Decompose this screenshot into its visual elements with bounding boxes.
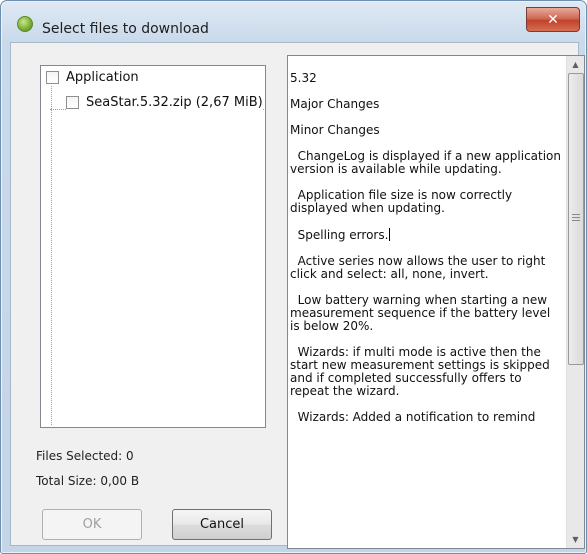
changelog-text: 5.32 Major Changes Minor Changes ChangeL… bbox=[290, 72, 562, 437]
close-icon: ✕ bbox=[547, 11, 559, 28]
dialog-client-area: Application SeaStar.5.32.zip (2,67 MiB) … bbox=[10, 42, 585, 549]
total-size-label: Total Size: 0,00 B bbox=[36, 474, 140, 488]
text-caret bbox=[389, 228, 391, 241]
download-dialog: Select files to download ✕ Application S… bbox=[0, 0, 587, 554]
changelog-entry: ChangeLog is displayed if a new applicat… bbox=[290, 149, 565, 176]
close-button[interactable]: ✕ bbox=[526, 7, 580, 32]
changelog-version: 5.32 bbox=[290, 71, 317, 85]
changelog-heading-minor: Minor Changes bbox=[290, 123, 380, 137]
changelog-entry: Spelling errors. bbox=[290, 228, 389, 242]
cancel-button[interactable]: Cancel bbox=[172, 509, 272, 540]
tree-item-application[interactable]: Application bbox=[46, 70, 139, 85]
changelog-entry: Wizards: Added a notification to remind bbox=[290, 410, 536, 424]
ok-button[interactable]: OK bbox=[42, 509, 142, 540]
seastar-zip-checkbox[interactable] bbox=[66, 96, 79, 109]
scrollbar-thumb[interactable] bbox=[568, 73, 584, 365]
changelog-entry: Application file size is now correctly d… bbox=[290, 188, 516, 215]
tree-item-label: Application bbox=[66, 70, 139, 85]
changelog-heading-major: Major Changes bbox=[290, 97, 380, 111]
changelog-entry: Wizards: if multi mode is active then th… bbox=[290, 345, 554, 398]
application-checkbox[interactable] bbox=[46, 71, 59, 84]
scroll-down-arrow-icon[interactable]: ▼ bbox=[567, 531, 584, 548]
file-tree[interactable]: Application SeaStar.5.32.zip (2,67 MiB) bbox=[40, 65, 266, 428]
scrollbar-grip-icon bbox=[572, 214, 580, 223]
app-icon bbox=[17, 16, 33, 32]
files-selected-label: Files Selected: 0 bbox=[36, 449, 134, 463]
changelog-entry: Active series now allows the user to rig… bbox=[290, 254, 550, 281]
tree-item-label: SeaStar.5.32.zip (2,67 MiB) bbox=[86, 95, 263, 110]
tree-item-seastar-zip[interactable]: SeaStar.5.32.zip (2,67 MiB) bbox=[66, 95, 263, 110]
changelog-entry-with-caret: Spelling errors. bbox=[290, 228, 562, 242]
tree-connector-line bbox=[51, 86, 52, 425]
changelog-textbox[interactable]: 5.32 Major Changes Minor Changes ChangeL… bbox=[287, 55, 585, 549]
title-bar[interactable]: Select files to download ✕ bbox=[1, 1, 586, 41]
changelog-entry: Low battery warning when starting a new … bbox=[290, 293, 555, 333]
scroll-up-arrow-icon[interactable]: ▲ bbox=[567, 56, 584, 73]
window-title: Select files to download bbox=[42, 21, 209, 37]
vertical-scrollbar[interactable]: ▲ ▼ bbox=[566, 56, 584, 548]
